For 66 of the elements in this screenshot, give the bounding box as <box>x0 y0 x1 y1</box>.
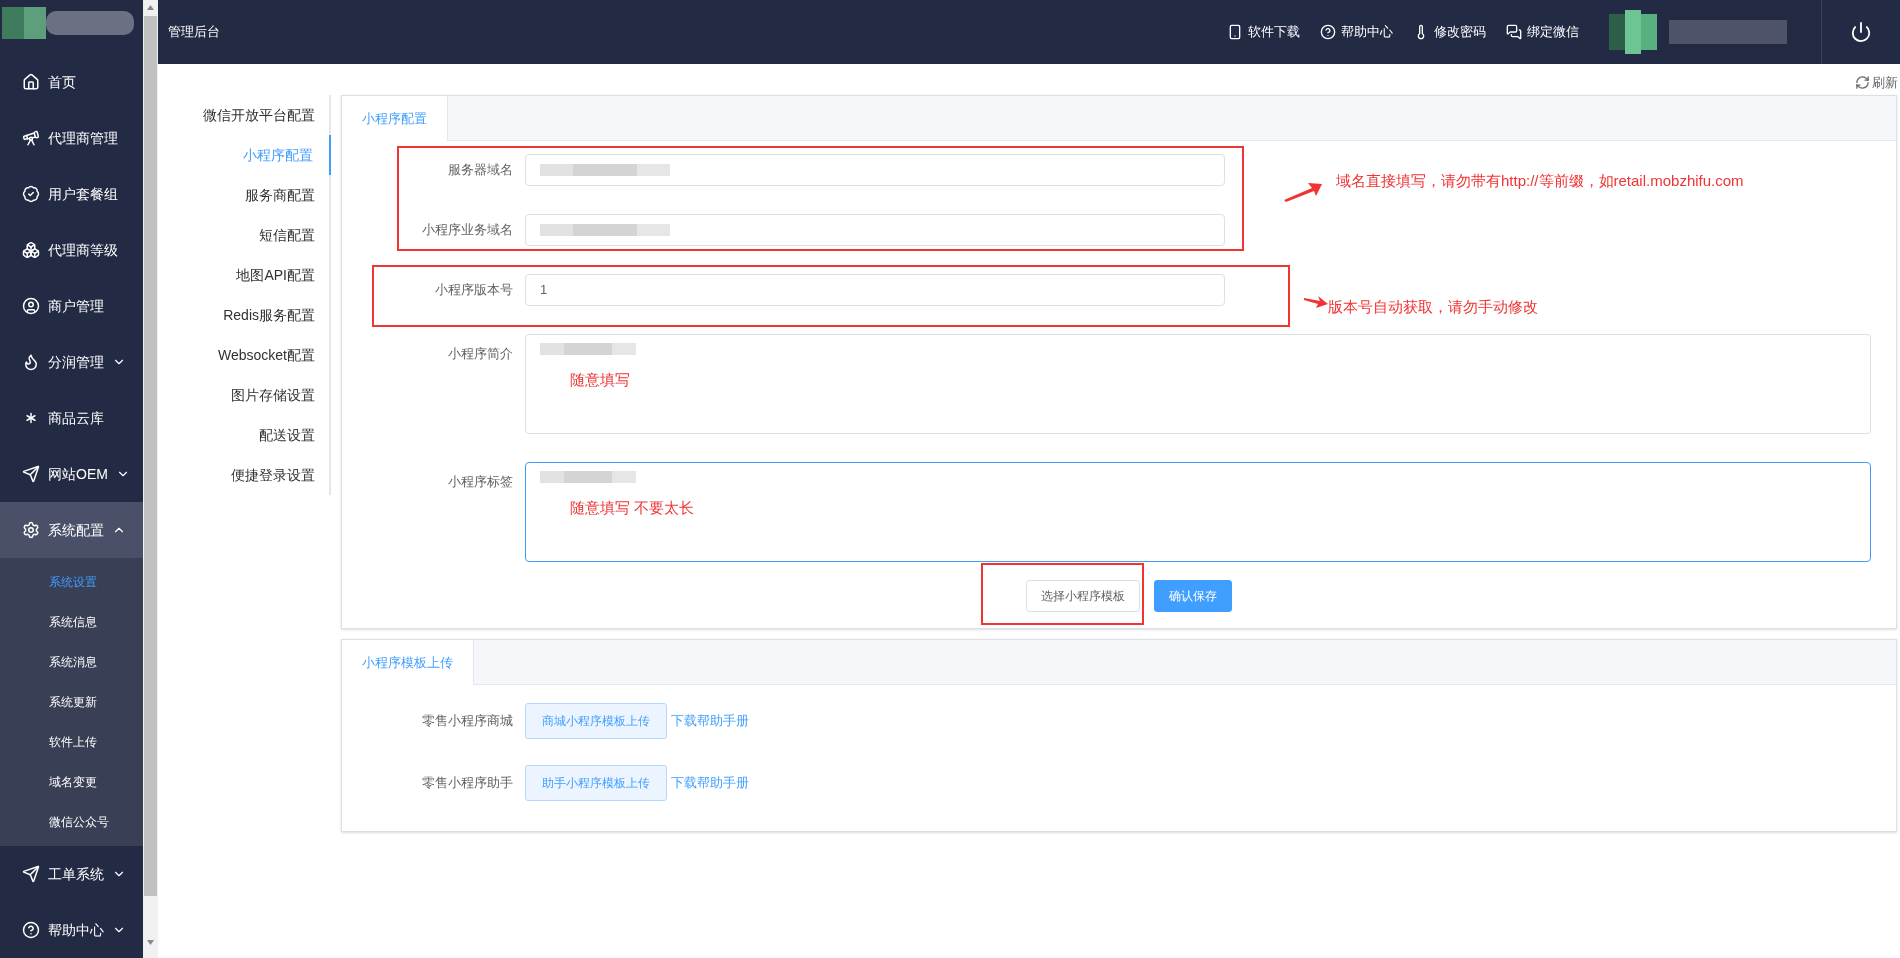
field-label: 零售小程序商城 <box>421 712 514 731</box>
config-menu-item[interactable]: 短信配置 <box>158 215 331 255</box>
sidebar-item[interactable]: 商品云库 <box>0 390 143 446</box>
sidebar-subitem[interactable]: 系统设置 <box>0 562 143 602</box>
field-label: 小程序业务域名 <box>421 221 514 239</box>
config-menu-item[interactable]: Websocket配置 <box>158 335 331 375</box>
config-menu-item[interactable]: 图片存储设置 <box>158 375 331 415</box>
input-field[interactable]: 1 <box>525 274 1225 306</box>
sidebar-item[interactable]: 代理商管理 <box>0 110 143 166</box>
app-title: 管理后台 <box>168 23 220 42</box>
sidebar-item[interactable]: 代理商等级 <box>0 222 143 278</box>
help-icon <box>22 921 40 939</box>
textarea-field[interactable]: 随意填写 <box>525 334 1871 434</box>
header-action[interactable]: 修改密码 <box>1413 22 1486 42</box>
paper-plane-icon <box>22 865 40 883</box>
field-label: 零售小程序助手 <box>421 774 514 793</box>
field-label: 小程序版本号 <box>434 281 514 299</box>
input-field[interactable] <box>525 214 1225 246</box>
header-action[interactable]: 软件下载 <box>1227 22 1300 42</box>
annotation-text: 版本号自动获取，请勿手动修改 <box>1328 297 1538 317</box>
paper-plane-icon <box>22 465 40 483</box>
sidebar-subitem[interactable]: 域名变更 <box>0 762 143 802</box>
refresh-button[interactable]: 刷新 <box>1855 70 1898 95</box>
header-action[interactable]: 帮助中心 <box>1320 22 1393 42</box>
home-icon <box>22 73 40 91</box>
config-menu-item[interactable]: 配送设置 <box>158 415 331 455</box>
field-label: 小程序标签 <box>447 473 514 491</box>
sidebar-subitem[interactable]: 系统消息 <box>0 642 143 682</box>
settings-icon <box>22 521 40 539</box>
sidebar-item[interactable]: 分润管理 <box>0 334 143 390</box>
user-icon <box>22 297 40 315</box>
sidebar-item[interactable]: 帮助中心 <box>0 902 143 958</box>
help-icon <box>1320 24 1336 40</box>
template-button[interactable]: 选择小程序模板 <box>1026 580 1140 612</box>
header-action[interactable]: 绑定微信 <box>1506 22 1579 42</box>
sidebar-item[interactable]: 首页 <box>0 54 143 110</box>
telescope-icon <box>22 129 40 147</box>
config-menu-item[interactable]: 便捷登录设置 <box>158 455 331 495</box>
field-label: 小程序简介 <box>447 345 514 363</box>
sidebar-subitem[interactable]: 系统信息 <box>0 602 143 642</box>
annotation-text: 域名直接填写，请勿带有http://等前缀，如retail.mobzhifu.com <box>1336 171 1744 191</box>
boxes-icon <box>22 241 40 259</box>
arrow-icon <box>1284 182 1324 202</box>
annotation-text: 随意填写 <box>570 370 630 390</box>
config-menu-item[interactable]: Redis服务配置 <box>158 295 331 335</box>
config-menu-item[interactable]: 地图API配置 <box>158 255 331 295</box>
sidebar-subitem[interactable]: 系统更新 <box>0 682 143 722</box>
field-label: 服务器域名 <box>447 161 514 179</box>
sidebar-subitem[interactable]: 微信公众号 <box>0 802 143 842</box>
sidebar-item[interactable]: 商户管理 <box>0 278 143 334</box>
sidebar-item[interactable]: 工单系统 <box>0 846 143 902</box>
sidebar-subitem[interactable]: 软件上传 <box>0 722 143 762</box>
refresh-icon <box>1855 75 1870 90</box>
flame-icon <box>22 353 40 371</box>
arrow-icon <box>1304 296 1328 308</box>
annotation-text: 随意填写 不要太长 <box>570 498 695 518</box>
config-menu-item[interactable]: 微信开放平台配置 <box>158 95 331 135</box>
badge-icon <box>22 185 40 203</box>
chat-icon <box>1506 24 1522 40</box>
power-icon[interactable] <box>1850 21 1872 43</box>
phone-icon <box>1227 24 1243 40</box>
config-menu-item[interactable]: 服务商配置 <box>158 175 331 215</box>
input-field[interactable] <box>525 154 1225 186</box>
textarea-field[interactable]: 随意填写 不要太长 <box>525 462 1871 562</box>
sidebar-item[interactable]: 网站OEM <box>0 446 143 502</box>
sidebar-item[interactable]: 用户套餐组 <box>0 166 143 222</box>
